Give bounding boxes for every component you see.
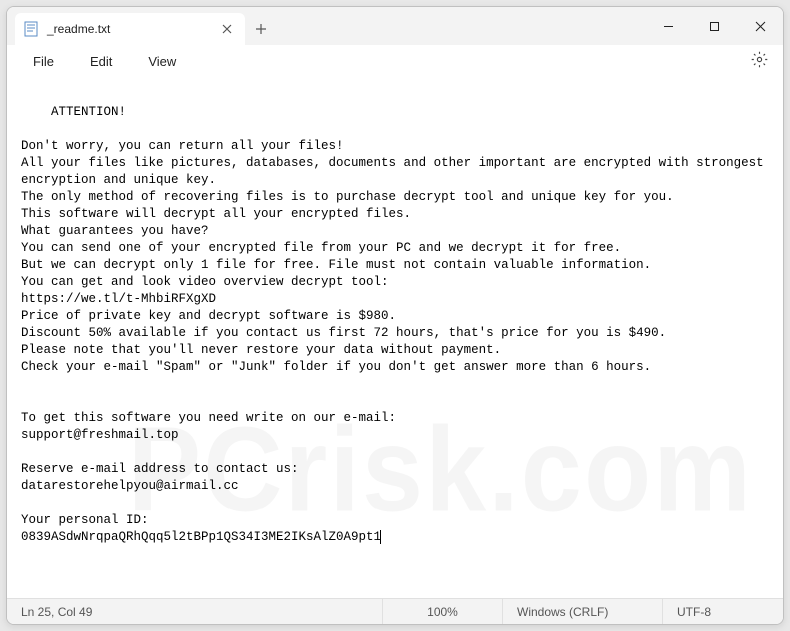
close-window-button[interactable]: [737, 7, 783, 45]
window-controls: [645, 7, 783, 45]
menu-file[interactable]: File: [17, 50, 70, 73]
notepad-window: _readme.txt File Edit View: [6, 6, 784, 625]
status-zoom[interactable]: 100%: [383, 599, 503, 624]
status-cursor-position[interactable]: Ln 25, Col 49: [7, 599, 383, 624]
new-tab-button[interactable]: [245, 13, 277, 45]
notepad-icon: [23, 21, 39, 37]
status-encoding[interactable]: UTF-8: [663, 599, 783, 624]
settings-button[interactable]: [745, 48, 773, 76]
statusbar: Ln 25, Col 49 100% Windows (CRLF) UTF-8: [7, 598, 783, 624]
tab-active[interactable]: _readme.txt: [15, 13, 245, 45]
tab-title: _readme.txt: [47, 22, 211, 36]
maximize-button[interactable]: [691, 7, 737, 45]
text-caret: [380, 530, 381, 544]
minimize-button[interactable]: [645, 7, 691, 45]
text-editor-area[interactable]: PCrisk.comATTENTION! Don't worry, you ca…: [7, 79, 783, 598]
close-tab-button[interactable]: [219, 21, 235, 37]
gear-icon: [751, 51, 768, 73]
menubar: File Edit View: [7, 45, 783, 79]
titlebar: _readme.txt: [7, 7, 783, 45]
status-line-ending[interactable]: Windows (CRLF): [503, 599, 663, 624]
menu-edit[interactable]: Edit: [74, 50, 128, 73]
document-body: ATTENTION! Don't worry, you can return a…: [21, 105, 771, 544]
titlebar-drag-area[interactable]: [277, 7, 645, 45]
menu-view[interactable]: View: [132, 50, 192, 73]
